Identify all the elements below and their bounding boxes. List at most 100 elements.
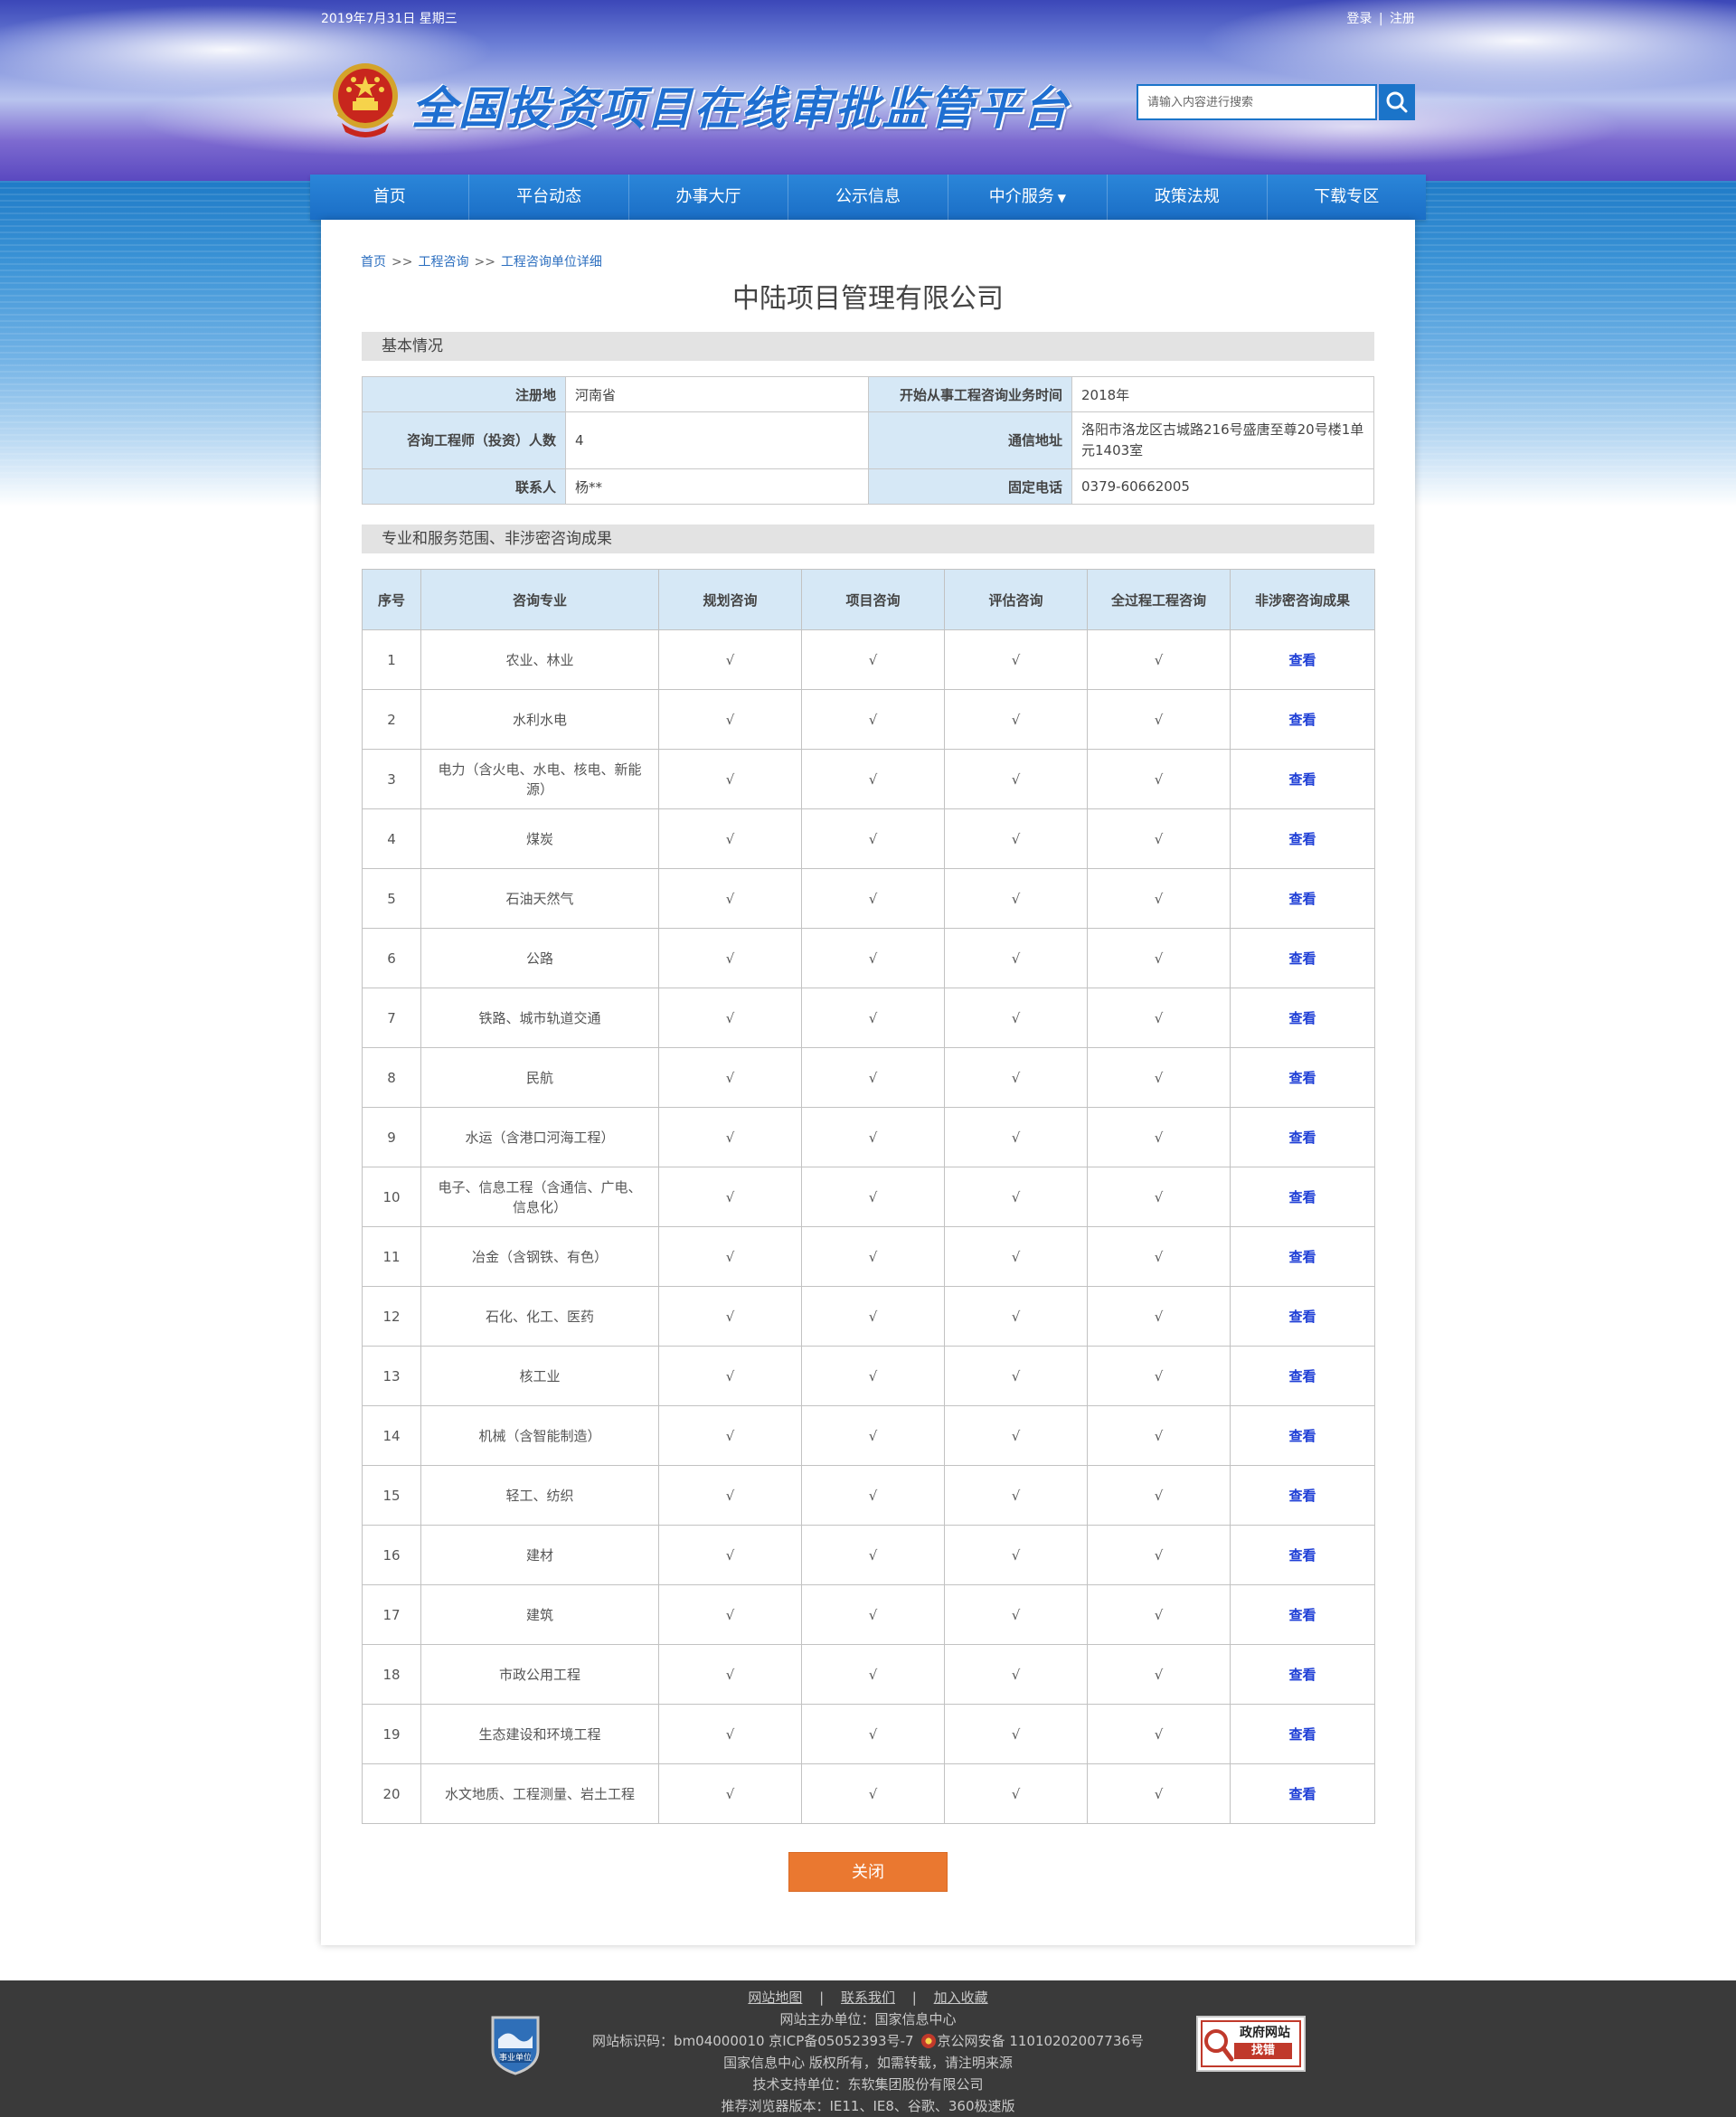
specialty-name: 电子、信息工程（含通信、广电、信息化） xyxy=(420,1167,659,1227)
whole-process-check: √ xyxy=(1087,1644,1231,1705)
result-cell: 查看 xyxy=(1230,1525,1375,1585)
nav-label: 下载专区 xyxy=(1314,187,1380,206)
nav-downloads[interactable]: 下载专区 xyxy=(1268,175,1426,220)
view-link[interactable]: 查看 xyxy=(1288,1070,1316,1086)
view-link[interactable]: 查看 xyxy=(1288,891,1316,907)
project-check: √ xyxy=(801,808,945,869)
breadcrumb-consulting[interactable]: 工程咨询 xyxy=(418,255,468,269)
current-date: 2019年7月31日 星期三 xyxy=(321,12,458,26)
login-link[interactable]: 登录 xyxy=(1346,12,1372,26)
column-header: 非涉密咨询成果 xyxy=(1230,569,1375,630)
view-link[interactable]: 查看 xyxy=(1288,1786,1316,1802)
value-cell: 4 xyxy=(565,411,869,469)
nav-home[interactable]: 首页 xyxy=(310,175,470,220)
view-link[interactable]: 查看 xyxy=(1288,652,1316,668)
view-link[interactable]: 查看 xyxy=(1288,1547,1316,1564)
view-link[interactable]: 查看 xyxy=(1288,1488,1316,1504)
company-name: 中陆项目管理有限公司 xyxy=(732,283,1004,315)
view-link[interactable]: 查看 xyxy=(1288,1428,1316,1444)
view-link[interactable]: 查看 xyxy=(1288,1189,1316,1205)
whole-process-check: √ xyxy=(1087,1525,1231,1585)
result-cell: 查看 xyxy=(1230,749,1375,809)
view-link[interactable]: 查看 xyxy=(1288,1129,1316,1146)
whole-process-check: √ xyxy=(1087,1167,1231,1227)
view-link[interactable]: 查看 xyxy=(1288,950,1316,967)
planning-check: √ xyxy=(658,689,802,750)
evaluation-check: √ xyxy=(944,1763,1088,1824)
row-number: 14 xyxy=(362,1405,421,1466)
value-cell: 2018年 xyxy=(1071,376,1374,412)
badge-right-subtitle: 找错 xyxy=(1234,2043,1292,2059)
row-number: 18 xyxy=(362,1644,421,1705)
table-row: 1 农业、林业 √ √ √ √ 查看 xyxy=(362,629,1375,690)
evaluation-check: √ xyxy=(944,1226,1088,1287)
whole-process-check: √ xyxy=(1087,808,1231,869)
breadcrumb-separator: >> xyxy=(474,255,495,269)
specialty-name: 机械（含智能制造） xyxy=(420,1405,659,1466)
specialty-name: 铁路、城市轨道交通 xyxy=(420,988,659,1048)
table-row: 4 煤炭 √ √ √ √ 查看 xyxy=(362,808,1375,869)
whole-process-check: √ xyxy=(1087,1704,1231,1764)
row-number: 16 xyxy=(362,1525,421,1585)
whole-process-check: √ xyxy=(1087,1286,1231,1347)
evaluation-check: √ xyxy=(944,1704,1088,1764)
gov-site-report-badge[interactable]: 政府网站 找错 xyxy=(1196,2016,1306,2072)
footer-link-favorite[interactable]: 加入收藏 xyxy=(934,1989,988,2006)
project-check: √ xyxy=(801,1465,945,1526)
nav-platform-news[interactable]: 平台动态 xyxy=(469,175,629,220)
nav-policy[interactable]: 政策法规 xyxy=(1108,175,1268,220)
row-number: 5 xyxy=(362,868,421,929)
view-link[interactable]: 查看 xyxy=(1288,831,1316,847)
breadcrumb-current[interactable]: 工程咨询单位详细 xyxy=(501,255,602,269)
evaluation-check: √ xyxy=(944,1644,1088,1705)
row-number: 4 xyxy=(362,808,421,869)
view-link[interactable]: 查看 xyxy=(1288,1726,1316,1743)
specialty-name: 农业、林业 xyxy=(420,629,659,690)
search-input[interactable] xyxy=(1138,86,1337,118)
project-check: √ xyxy=(801,988,945,1048)
breadcrumb-home[interactable]: 首页 xyxy=(361,255,386,269)
planning-check: √ xyxy=(658,749,802,809)
view-link[interactable]: 查看 xyxy=(1288,771,1316,788)
nav-public-info[interactable]: 公示信息 xyxy=(788,175,948,220)
nav-intermediary[interactable]: 中介服务 ▼ xyxy=(948,175,1109,220)
column-header: 咨询专业 xyxy=(420,569,659,630)
nav-service-hall[interactable]: 办事大厅 xyxy=(629,175,789,220)
footer-link-sitemap[interactable]: 网站地图 xyxy=(748,1989,802,2006)
whole-process-check: √ xyxy=(1087,1763,1231,1824)
table-row: 16 建材 √ √ √ √ 查看 xyxy=(362,1525,1375,1585)
view-link[interactable]: 查看 xyxy=(1288,1667,1316,1683)
specialty-name: 建材 xyxy=(420,1525,659,1585)
specialty-name: 市政公用工程 xyxy=(420,1644,659,1705)
view-link[interactable]: 查看 xyxy=(1288,1368,1316,1385)
specialty-name: 公路 xyxy=(420,928,659,988)
public-institution-badge-icon[interactable]: 事业单位 xyxy=(489,2012,542,2075)
result-cell: 查看 xyxy=(1230,1644,1375,1705)
view-link[interactable]: 查看 xyxy=(1288,1249,1316,1265)
nav-label: 中介服务 xyxy=(988,187,1054,206)
table-header-row: 序号 咨询专业 规划咨询 项目咨询 评估咨询 全过程工程咨询 非涉密咨询成果 xyxy=(362,569,1375,630)
view-link[interactable]: 查看 xyxy=(1288,1010,1316,1026)
specialty-name: 水利水电 xyxy=(420,689,659,750)
footer-link-contact[interactable]: 联系我们 xyxy=(841,1989,895,2006)
register-link[interactable]: 注册 xyxy=(1390,12,1415,26)
footer-police-record: 京公网安备 11010202007736号 xyxy=(937,2033,1144,2049)
planning-check: √ xyxy=(658,1704,802,1764)
project-check: √ xyxy=(801,1346,945,1406)
table-row: 12 石化、化工、医药 √ √ √ √ 查看 xyxy=(362,1286,1375,1347)
result-cell: 查看 xyxy=(1230,928,1375,988)
row-number: 20 xyxy=(362,1763,421,1824)
close-button[interactable]: 关闭 xyxy=(788,1852,948,1892)
view-link[interactable]: 查看 xyxy=(1288,1607,1316,1623)
project-check: √ xyxy=(801,1286,945,1347)
view-link[interactable]: 查看 xyxy=(1288,712,1316,728)
nav-label: 首页 xyxy=(373,187,406,206)
search-button[interactable] xyxy=(1379,84,1415,120)
table-row: 15 轻工、纺织 √ √ √ √ 查看 xyxy=(362,1465,1375,1526)
view-link[interactable]: 查看 xyxy=(1288,1309,1316,1325)
row-number: 15 xyxy=(362,1465,421,1526)
auth-links: 登录 | 注册 xyxy=(1346,9,1415,27)
label-cell: 联系人 xyxy=(362,468,566,505)
result-cell: 查看 xyxy=(1230,1107,1375,1167)
project-check: √ xyxy=(801,1704,945,1764)
